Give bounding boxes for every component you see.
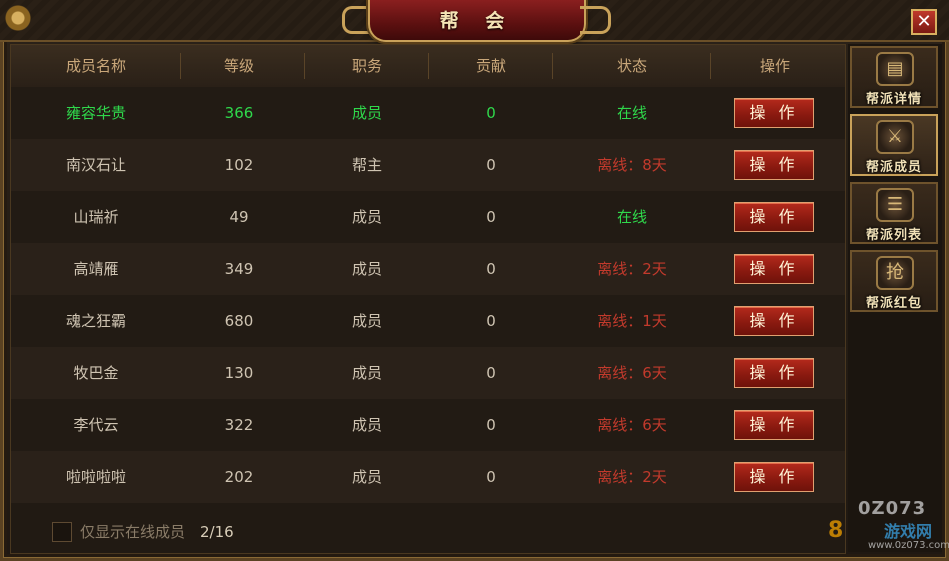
online-only-checkbox[interactable]: [52, 522, 72, 542]
scroll-icon: ☰: [876, 188, 914, 222]
member-role: 成员: [351, 416, 382, 434]
operate-button[interactable]: 操 作: [734, 98, 814, 128]
operate-button[interactable]: 操 作: [734, 202, 814, 232]
member-role: 成员: [351, 260, 382, 278]
warrior-icon: ⚔: [876, 120, 914, 154]
member-name: 南汉石让: [65, 156, 126, 174]
member-level: 349: [224, 260, 254, 278]
table-row: 高靖雁 349 成员 0 离线：2天 操 作: [11, 243, 845, 295]
member-status: 在线: [616, 208, 647, 226]
side-tab-3[interactable]: ☰ 帮派列表: [850, 182, 938, 244]
header-name: 成员名称: [65, 57, 126, 75]
member-name: 魂之狂霸: [65, 312, 126, 330]
title-plate: 帮 会: [368, 0, 586, 42]
table-row: 山瑞祈 49 成员 0 在线 操 作: [11, 191, 845, 243]
member-name: 雍容华贵: [65, 104, 126, 122]
table-row: 魂之狂霸 680 成员 0 离线：1天 操 作: [11, 295, 845, 347]
member-name: 山瑞祈: [73, 208, 119, 226]
member-contribution: 0: [486, 156, 496, 174]
table-row: 啦啦啦啦 202 成员 0 离线：2天 操 作: [11, 451, 845, 503]
red-envelope-icon: 抢: [876, 256, 914, 290]
member-level: 680: [224, 312, 254, 330]
watermark-cn: 游戏网: [884, 522, 933, 541]
member-contribution: 0: [486, 364, 496, 382]
side-tab-2[interactable]: ⚔ 帮派成员: [850, 114, 938, 176]
member-name: 啦啦啦啦: [65, 468, 126, 486]
table-row: 南汉石让 102 帮主 0 离线：8天 操 作: [11, 139, 845, 191]
table-row: 牧巴金 130 成员 0 离线：6天 操 作: [11, 347, 845, 399]
member-name: 牧巴金: [73, 364, 119, 382]
side-tab-4[interactable]: 抢帮派红包: [850, 250, 938, 312]
watermark-top: 0Z073: [858, 498, 927, 519]
member-role: 成员: [351, 468, 382, 486]
side-tab-label: 帮派列表: [865, 228, 922, 243]
book-icon: ▤: [876, 52, 914, 86]
header-contribution: 贡献: [475, 57, 506, 75]
dragon-ornament-icon: [0, 0, 62, 38]
watermark-url: www.0z073.com: [868, 540, 949, 551]
member-role: 成员: [351, 104, 382, 122]
title-wing-right: [580, 6, 611, 34]
header-level: 等级: [223, 57, 254, 75]
title-bar: 帮 会 ✕: [0, 0, 949, 42]
side-tab-bar: ▤ 帮派详情 ⚔ 帮派成员 ☰ 帮派列表抢帮派红包: [848, 44, 942, 552]
member-contribution: 0: [486, 260, 496, 278]
member-contribution: 0: [486, 312, 496, 330]
member-level: 366: [224, 104, 254, 122]
member-count: 2/16: [200, 523, 234, 541]
operate-button[interactable]: 操 作: [734, 254, 814, 284]
member-level: 130: [224, 364, 254, 382]
close-icon: ✕: [916, 11, 932, 32]
member-contribution: 0: [486, 208, 496, 226]
side-tab-label: 帮派成员: [865, 160, 922, 175]
member-contribution: 0: [486, 104, 496, 122]
side-tab-label: 帮派详情: [865, 92, 922, 107]
member-role: 帮主: [351, 156, 382, 174]
member-role: 成员: [351, 208, 382, 226]
member-status: 离线：8天: [597, 156, 667, 174]
member-level: 322: [224, 416, 254, 434]
watermark-mid: 8: [828, 518, 844, 543]
operate-button[interactable]: 操 作: [734, 358, 814, 388]
operate-button[interactable]: 操 作: [734, 306, 814, 336]
online-only-label: 仅显示在线成员: [80, 523, 186, 541]
table-row: 李代云 322 成员 0 离线：6天 操 作: [11, 399, 845, 451]
operate-button[interactable]: 操 作: [734, 150, 814, 180]
side-tab-1[interactable]: ▤ 帮派详情: [850, 46, 938, 108]
close-button[interactable]: ✕: [911, 9, 937, 35]
member-name: 高靖雁: [73, 260, 119, 278]
window-title: 帮 会: [439, 10, 515, 32]
header-status: 状态: [616, 57, 647, 75]
member-status: 离线：6天: [597, 364, 667, 382]
site-watermark: 0Z073 8 游戏网 www.0z073.com: [828, 498, 949, 558]
member-role: 成员: [351, 364, 382, 382]
operate-button[interactable]: 操 作: [734, 462, 814, 492]
header-role: 职务: [351, 57, 382, 75]
member-status: 离线：1天: [597, 312, 667, 330]
member-table: 成员名称 等级 职务 贡献 状态 操作 雍容华贵 366 成员 0 在线操 作南汉石让 1…: [10, 44, 846, 554]
side-tab-label: 帮派红包: [865, 296, 922, 311]
member-status: 在线: [616, 104, 647, 122]
member-status: 离线：2天: [597, 260, 667, 278]
member-contribution: 0: [486, 468, 496, 486]
member-level: 102: [224, 156, 254, 174]
member-status: 离线：6天: [597, 416, 667, 434]
operate-button[interactable]: 操 作: [734, 410, 814, 440]
footer-bar: 仅显示在线成员 2/16: [10, 508, 844, 552]
member-level: 49: [229, 208, 249, 226]
member-status: 离线：2天: [597, 468, 667, 486]
member-level: 202: [224, 468, 254, 486]
member-contribution: 0: [486, 416, 496, 434]
table-header: 成员名称 等级 职务 贡献 状态 操作: [11, 45, 845, 88]
header-action: 操作: [759, 57, 790, 75]
member-name: 李代云: [73, 416, 119, 434]
table-row: 雍容华贵 366 成员 0 在线 操 作: [11, 87, 845, 139]
member-role: 成员: [351, 312, 382, 330]
